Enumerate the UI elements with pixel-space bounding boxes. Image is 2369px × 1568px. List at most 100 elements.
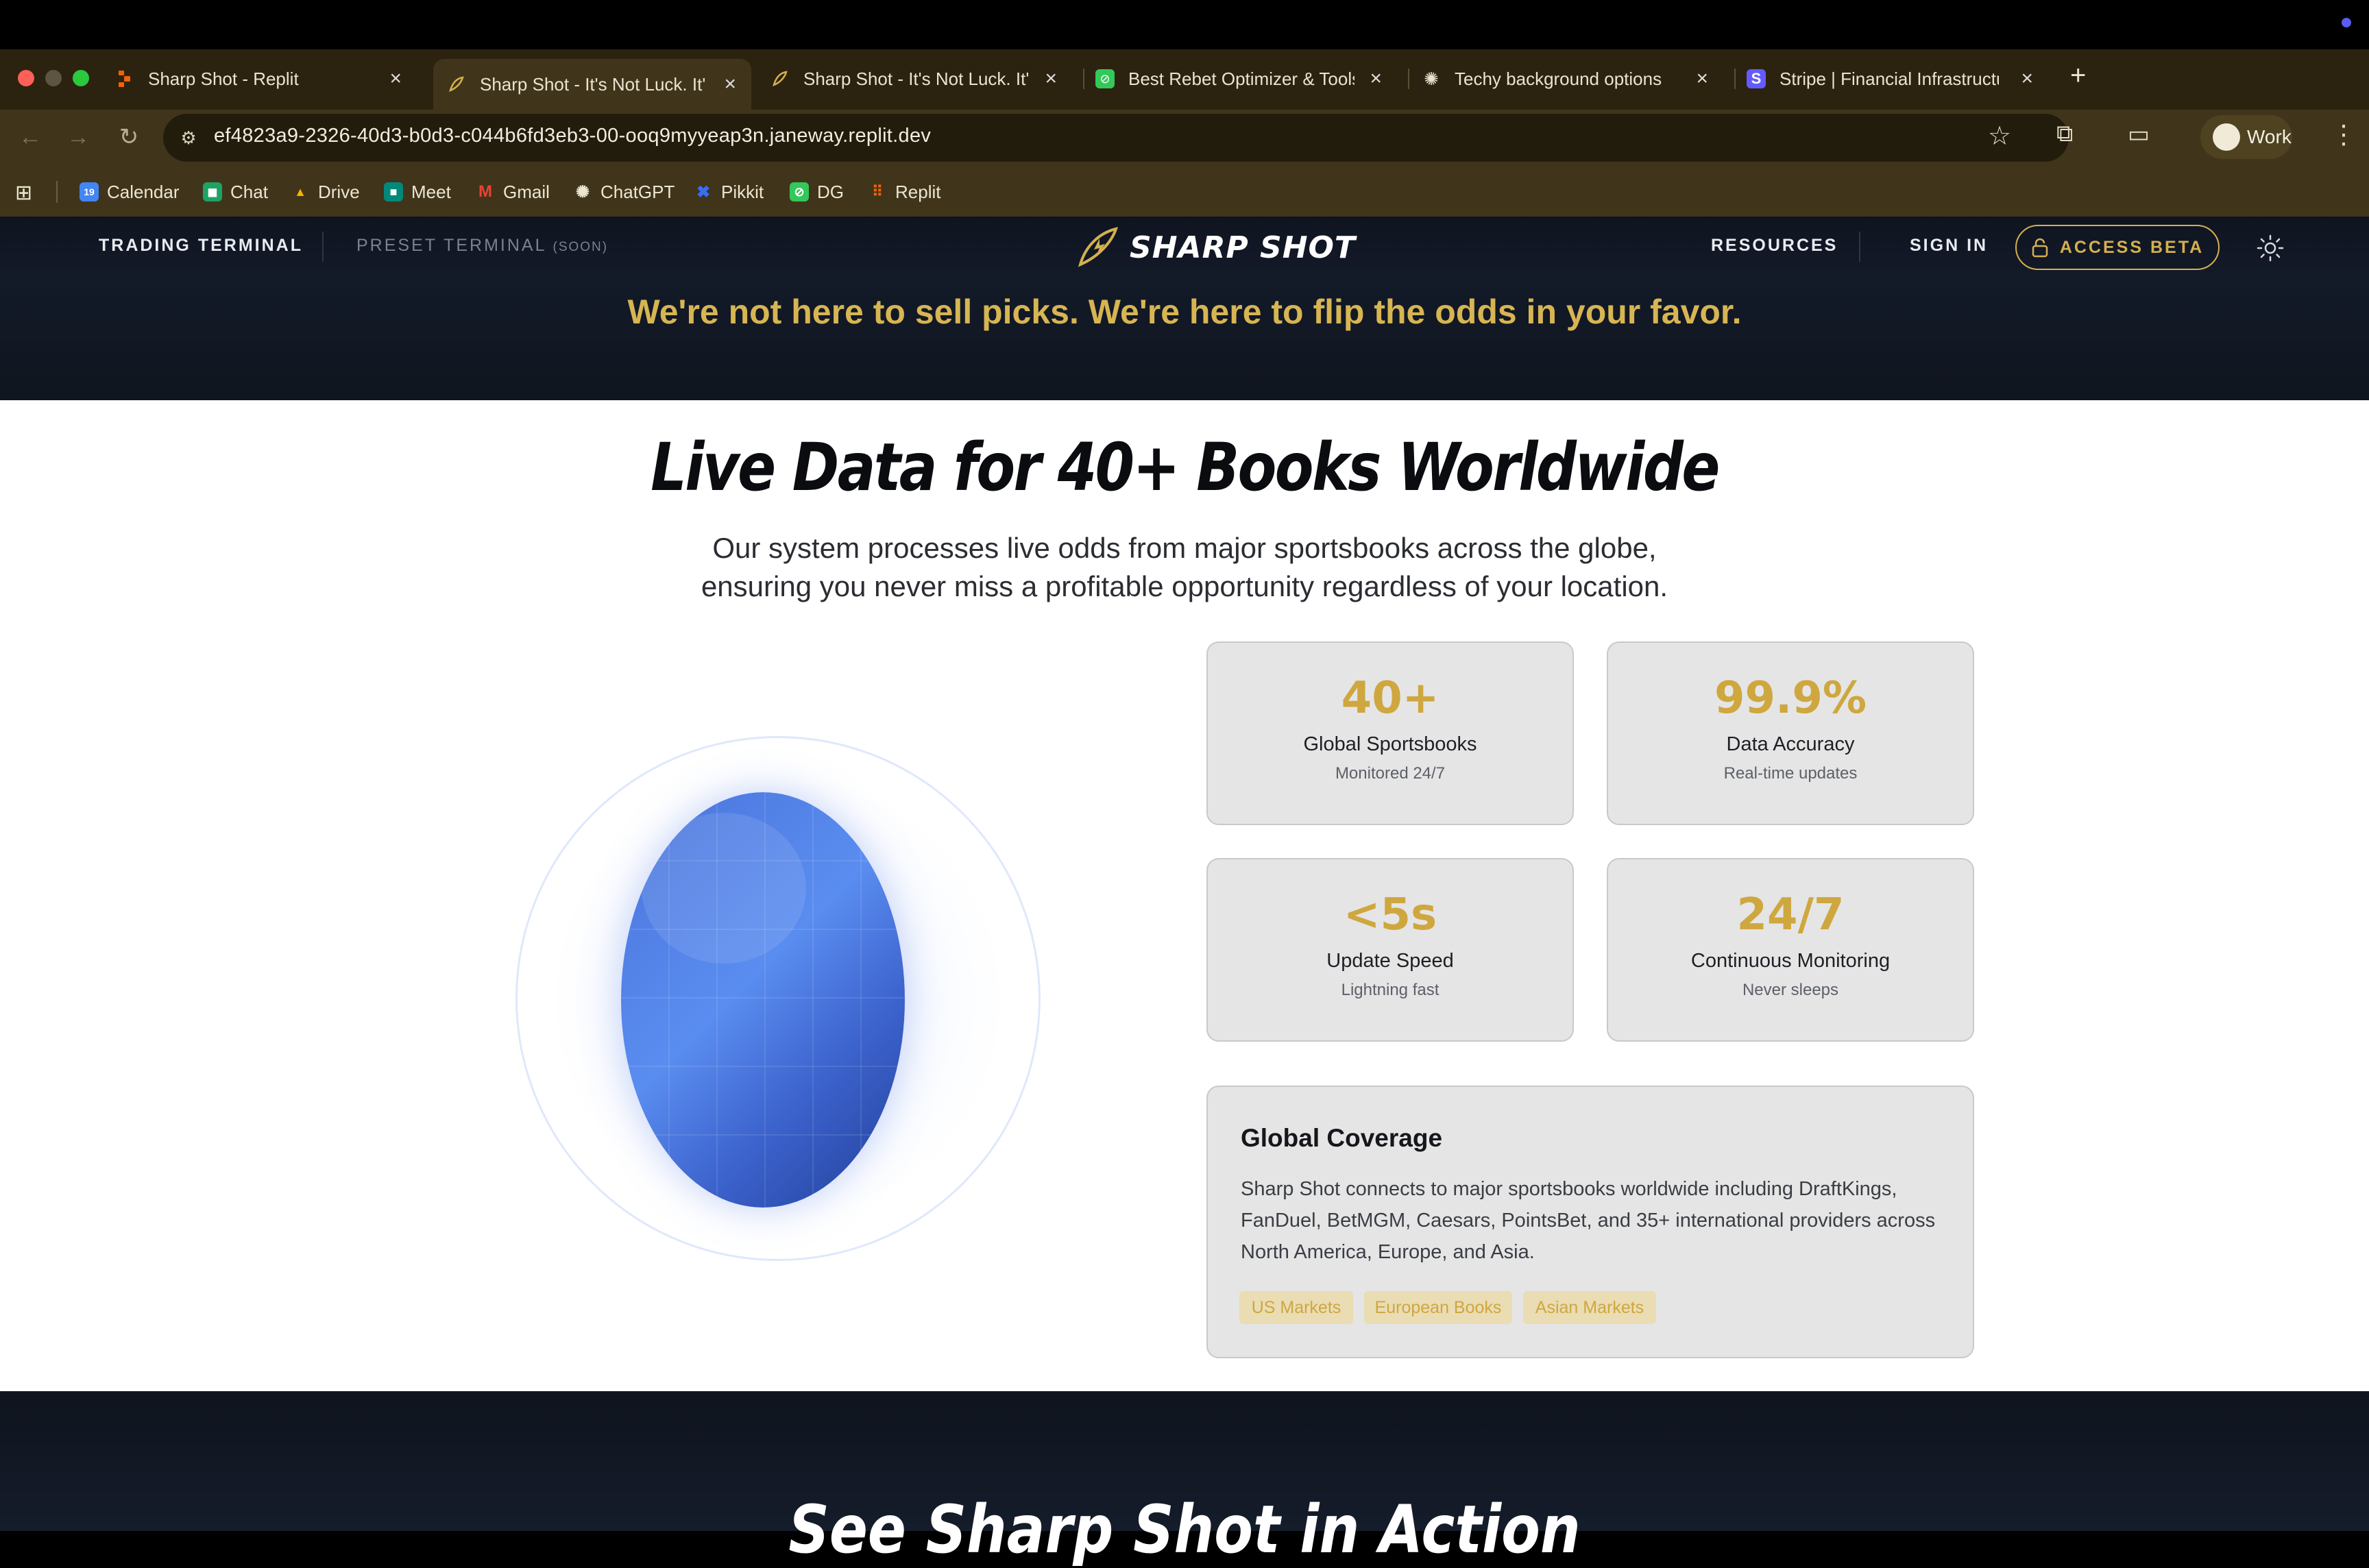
lightning-shot-icon: [1078, 227, 1119, 267]
drive-icon: ▲: [294, 184, 306, 199]
chip-european-books: European Books: [1364, 1291, 1512, 1324]
brand-name: SHARP SHOT: [1130, 230, 1356, 265]
demo-headline: See Sharp Shot in Action: [788, 1491, 1581, 1568]
bookmark-calendar[interactable]: 19 Calendar: [80, 180, 180, 204]
bookmark-chatgpt[interactable]: ✺ ChatGPT: [573, 180, 675, 204]
reload-button[interactable]: ↻: [112, 121, 145, 154]
browser-tab[interactable]: S Stripe | Financial Infrastructure ×: [1747, 59, 2048, 99]
stat-card: 40+ Global Sportsbooks Monitored 24/7: [1206, 641, 1574, 825]
tab-close-icon[interactable]: ×: [389, 67, 402, 90]
bookmark-meet[interactable]: ■ Meet: [384, 180, 451, 204]
chatgpt-icon: ✺: [575, 182, 590, 201]
tab-close-icon[interactable]: ×: [1696, 67, 1708, 90]
stat-note: Real-time updates: [1723, 764, 1858, 783]
tab-title: Sharp Shot - Replit: [148, 68, 299, 89]
globe-icon: [621, 792, 905, 1208]
stat-label: Global Sportsbooks: [1303, 733, 1477, 755]
chip-asian-markets: Asian Markets: [1523, 1291, 1656, 1324]
stat-note: Lightning fast: [1341, 981, 1439, 999]
stat-value: 40+: [1341, 673, 1439, 724]
tab-title: Techy background options: [1455, 68, 1662, 89]
stat-value: <5s: [1343, 890, 1437, 940]
browser-tab[interactable]: Sharp Shot - It's Not Luck. It's ×: [770, 59, 1072, 99]
tab-separator: [1083, 69, 1084, 89]
bookmark-pikkit[interactable]: ✖ Pikkit: [694, 180, 764, 204]
openai-icon: ✺: [1424, 68, 1439, 89]
menu-icon[interactable]: ⋮: [2331, 119, 2357, 150]
soon-badge: (SOON): [552, 240, 609, 254]
stat-card: 24/7 Continuous Monitoring Never sleeps: [1607, 858, 1974, 1042]
stat-note: Monitored 24/7: [1335, 764, 1446, 783]
window-minimize-button[interactable]: [45, 70, 62, 86]
section-headline: Live Data for 40+ Books Worldwide: [651, 429, 1720, 506]
dg-icon: ⊘: [790, 182, 809, 201]
bookmark-gmail[interactable]: M Gmail: [476, 180, 550, 204]
access-beta-button[interactable]: ACCESS BETA: [2015, 225, 2220, 270]
window-zoom-button[interactable]: [73, 70, 89, 86]
cast-icon[interactable]: ▭: [2128, 121, 2158, 151]
url-text[interactable]: ef4823a9-2326-40d3-b0d3-c044b6fd3eb3-00-…: [214, 125, 931, 147]
stat-label: Data Accuracy: [1726, 733, 1855, 755]
browser-tab[interactable]: ⊘ Best Rebet Optimizer & Tools ×: [1095, 59, 1397, 99]
lock-icon: [2032, 238, 2048, 258]
sharpshot-icon: [770, 69, 790, 88]
stat-value: 99.9%: [1714, 673, 1867, 724]
nav-preset-terminal[interactable]: PRESET TERMINAL (SOON): [356, 236, 608, 256]
bookmark-dg[interactable]: ⊘ DG: [790, 180, 844, 204]
nav-trading-terminal[interactable]: TRADING TERMINAL: [99, 236, 303, 256]
extensions-icon[interactable]: ⧉: [2056, 121, 2087, 151]
coverage-description: Sharp Shot connects to major sportsbooks…: [1241, 1178, 1936, 1263]
tab-title: Stripe | Financial Infrastructure: [1779, 68, 1999, 89]
window-close-button[interactable]: [18, 70, 34, 86]
apps-grid-icon[interactable]: ⊞: [15, 181, 32, 205]
site-info-icon[interactable]: ⚙: [174, 125, 203, 151]
nav-resources[interactable]: RESOURCES: [1711, 236, 1838, 256]
hero-tagline: We're not here to sell picks. We're here…: [627, 293, 1742, 331]
bookmark-chat[interactable]: ◼ Chat: [203, 180, 268, 204]
system-top-bar: [0, 0, 2369, 49]
tab-close-icon[interactable]: ×: [724, 73, 736, 96]
stat-card: 99.9% Data Accuracy Real-time updates: [1607, 641, 1974, 825]
section-subtitle: Our system processes live odds from majo…: [701, 532, 1668, 602]
tab-close-icon[interactable]: ×: [1370, 67, 1382, 90]
tab-close-icon[interactable]: ×: [2021, 67, 2033, 90]
bookmark-replit[interactable]: ⠿ Replit: [868, 180, 941, 204]
chip-us-markets: US Markets: [1239, 1291, 1353, 1324]
browser-tab-active[interactable]: Sharp Shot - It's Not Luck. It's ×: [433, 59, 751, 110]
stripe-icon: S: [1747, 69, 1766, 88]
profile-button[interactable]: Work: [2200, 115, 2292, 159]
tab-title: Sharp Shot - It's Not Luck. It's: [480, 73, 706, 95]
chat-icon: ◼: [203, 182, 222, 201]
meet-icon: ■: [384, 182, 403, 201]
replit-icon: ⠿: [871, 183, 884, 200]
new-tab-button[interactable]: +: [2070, 60, 2086, 91]
pikkit-icon: ✖: [696, 182, 711, 201]
tab-close-icon[interactable]: ×: [1045, 67, 1057, 90]
calendar-icon: 19: [80, 182, 99, 201]
stat-value: 24/7: [1736, 890, 1845, 940]
stat-label: Update Speed: [1326, 950, 1454, 972]
forward-button[interactable]: →: [62, 121, 95, 154]
browser-tab[interactable]: Sharp Shot - Replit ×: [115, 59, 417, 99]
browser-tab[interactable]: ✺ Techy background options ×: [1422, 59, 1723, 99]
link-icon: ⊘: [1095, 69, 1115, 88]
back-button[interactable]: ←: [14, 121, 47, 154]
tab-title: Sharp Shot - It's Not Luck. It's: [803, 68, 1030, 89]
avatar: [2213, 123, 2240, 151]
tab-separator: [1408, 69, 1409, 89]
theme-toggle-sun-icon[interactable]: [2255, 233, 2285, 263]
bookmark-divider: [56, 181, 58, 203]
site-logo[interactable]: SHARP SHOT: [1076, 226, 1356, 269]
tab-title: Best Rebet Optimizer & Tools: [1128, 68, 1354, 89]
status-dot: [2342, 18, 2351, 27]
bookmark-drive[interactable]: ▲ Drive: [291, 180, 360, 204]
profile-label: Work: [2247, 126, 2292, 147]
coverage-title: Global Coverage: [1241, 1124, 1443, 1152]
nav-divider: [1859, 232, 1860, 262]
gmail-icon: M: [478, 182, 492, 201]
nav-sign-in[interactable]: SIGN IN: [1910, 236, 1988, 256]
bookmark-star-icon[interactable]: ☆: [1988, 121, 2011, 151]
stat-note: Never sleeps: [1742, 981, 1839, 999]
nav-divider: [322, 232, 324, 262]
sharpshot-icon: [447, 75, 466, 94]
